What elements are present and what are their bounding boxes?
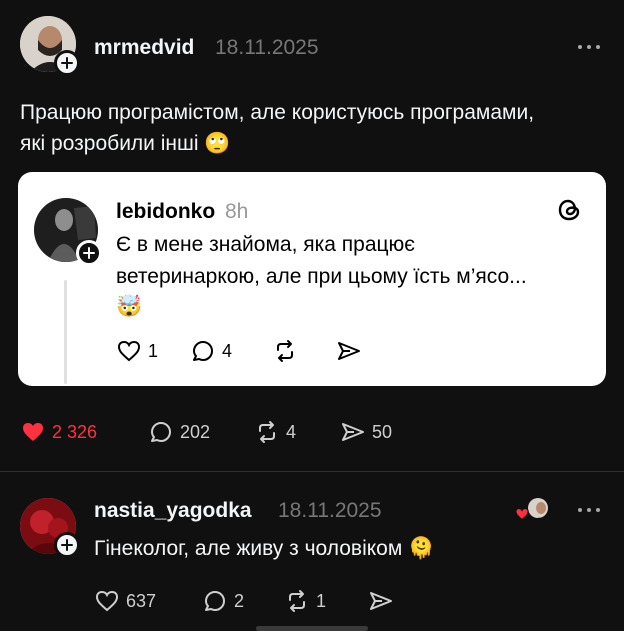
reply-reply-button[interactable]: 2 (202, 588, 244, 614)
quote-reply-count: 4 (222, 340, 233, 361)
quote-like-count: 1 (148, 340, 159, 361)
follow-plus-icon[interactable] (54, 50, 80, 76)
reply-post: nastia_yagodka 18.11.2025 Гінеколог, але… (0, 472, 624, 631)
follow-plus-icon[interactable] (54, 532, 80, 558)
reply-author-username[interactable]: nastia_yagodka (94, 499, 252, 523)
author-avatar[interactable] (20, 16, 80, 76)
thread-line (64, 280, 67, 384)
reply-text: Гінеколог, але живу з чоловіком 🫠 (94, 537, 435, 560)
repost-icon (289, 590, 305, 612)
more-options-icon[interactable] (578, 45, 600, 51)
send-icon (370, 592, 392, 610)
quote-reply-button[interactable]: 4 (190, 338, 232, 364)
comment-icon (193, 341, 213, 361)
reply-like-button[interactable]: 637 (94, 588, 156, 614)
comment-icon (151, 422, 171, 442)
like-button[interactable]: 2 326 (20, 419, 97, 445)
post-text-line-1: Працюю програмістом, але користуюсь прог… (20, 101, 535, 124)
reply-reply-count: 2 (234, 590, 245, 611)
quote-text-line-2: ветеринаркою, але при цьому їсть м’ясо..… (116, 265, 527, 288)
threads-logo-icon (556, 196, 584, 224)
share-button[interactable]: 50 (340, 419, 392, 445)
follow-plus-icon[interactable] (76, 240, 102, 266)
heart-icon (117, 340, 141, 362)
heart-filled-icon (23, 423, 43, 441)
quoted-post-card[interactable]: lebidonko 8h Є в мене знайома, яка працю… (18, 172, 606, 386)
repost-icon (259, 421, 275, 443)
like-count: 2 326 (52, 421, 98, 442)
reply-date: 18.11.2025 (278, 499, 382, 522)
share-count: 50 (372, 421, 393, 442)
reply-author-avatar[interactable] (20, 498, 80, 558)
author-username[interactable]: mrmedvid (94, 36, 194, 60)
main-post: mrmedvid 18.11.2025 Працюю програмістом,… (0, 0, 624, 471)
quote-text-line-3: 🤯 (116, 295, 143, 318)
repost-button[interactable]: 4 (254, 419, 296, 445)
reply-share-button[interactable] (368, 588, 394, 614)
more-options-icon[interactable] (578, 508, 600, 514)
quote-author-avatar[interactable] (34, 198, 102, 266)
heart-icon (95, 590, 119, 612)
reply-repost-button[interactable]: 1 (284, 588, 326, 614)
reply-button[interactable]: 202 (148, 419, 210, 445)
post-date: 18.11.2025 (215, 36, 319, 59)
quote-share-button[interactable] (336, 338, 362, 364)
quote-repost-button[interactable] (272, 338, 298, 364)
reply-count: 202 (180, 421, 211, 442)
post-text-line-2: які розробили інші 🙄 (20, 132, 231, 155)
send-icon (342, 423, 364, 441)
reply-repost-count: 1 (316, 590, 327, 611)
repost-count: 4 (286, 421, 297, 442)
send-icon (338, 342, 360, 360)
reply-like-count: 637 (126, 590, 157, 611)
quote-like-button[interactable]: 1 (116, 338, 158, 364)
repost-icon (277, 340, 293, 362)
quote-text-line-1: Є в мене знайома, яка працює (116, 233, 416, 256)
comment-icon (205, 591, 225, 611)
liked-by-author-badge (514, 496, 552, 522)
quote-time: 8h (225, 200, 249, 223)
heart-filled-icon (515, 507, 529, 521)
home-indicator (256, 626, 368, 631)
quote-author-username[interactable]: lebidonko (116, 200, 215, 224)
